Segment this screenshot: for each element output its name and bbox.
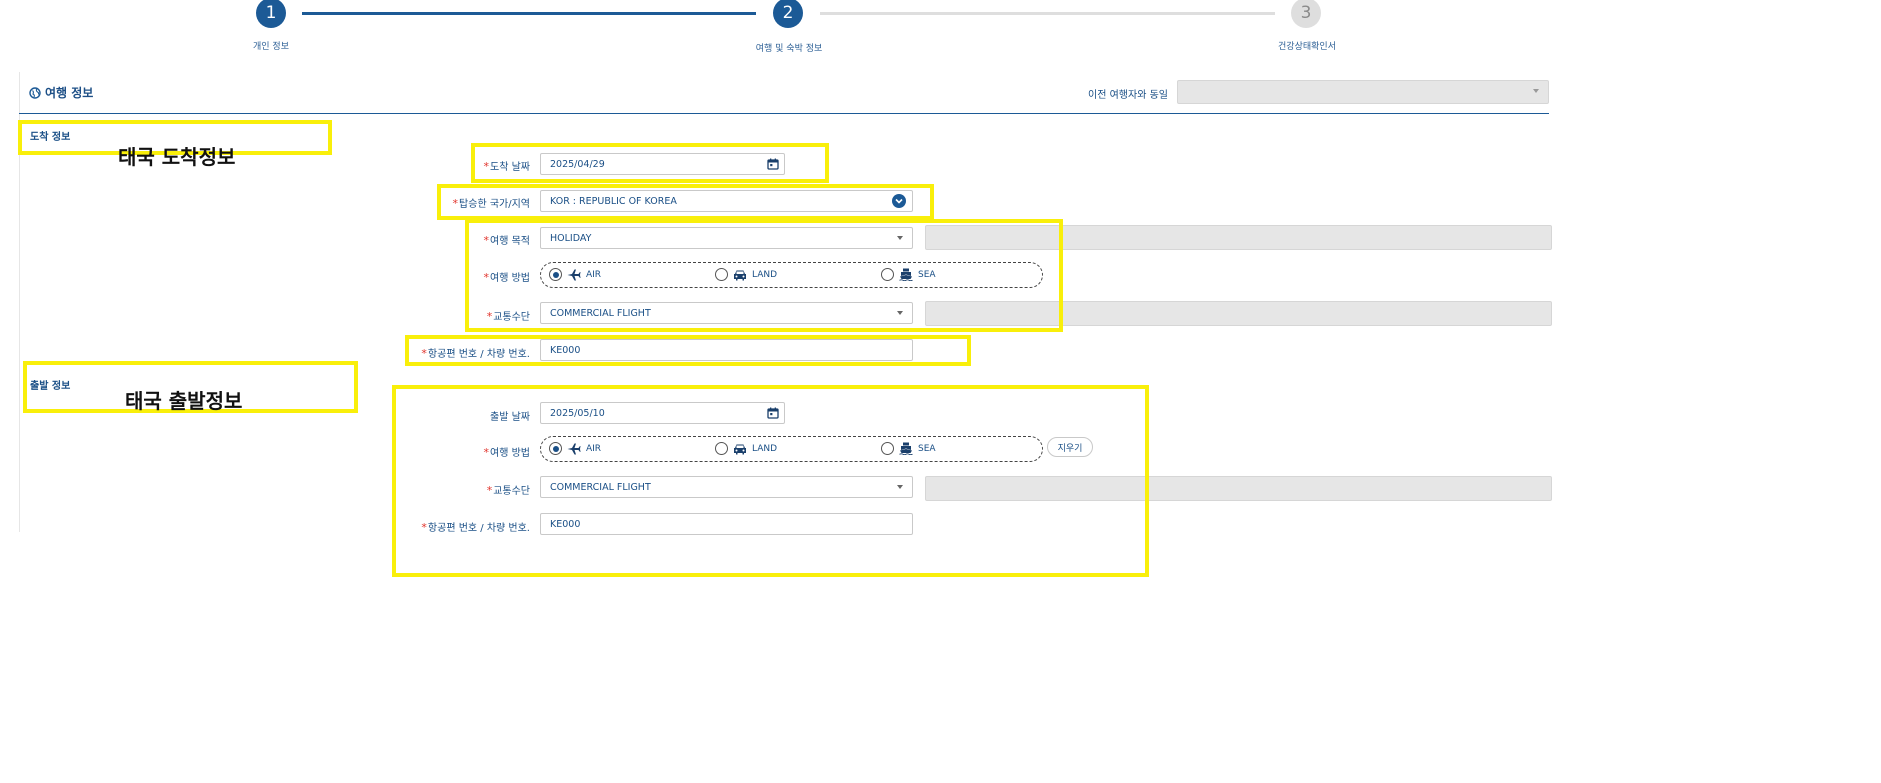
step-3-circle[interactable]: 3 — [1291, 0, 1321, 28]
step-2-circle[interactable]: 2 — [773, 0, 803, 28]
step-3-label: 건강상태확인서 — [1278, 42, 1336, 52]
step-line-pending — [820, 12, 1275, 15]
arrival-country-annotation-box — [437, 184, 934, 220]
arrival-flight-annotation-box — [405, 335, 971, 366]
arrival-travel-annotation-box — [465, 219, 1063, 332]
step-2-label: 여행 및 숙박 정보 — [755, 44, 823, 54]
arrival-annotation-text: 태국 도착정보 — [118, 145, 236, 169]
departure-annotation-text: 태국 출발정보 — [125, 389, 243, 413]
departure-info-annotation-box — [392, 385, 1149, 577]
step-1-label: 개인 정보 — [253, 42, 289, 52]
step-line-completed — [302, 12, 756, 15]
section-title: 여행 정보 — [29, 84, 93, 101]
prev-traveler-select[interactable] — [1177, 80, 1549, 104]
chevron-down-icon — [1533, 89, 1539, 93]
arrival-date-annotation-box — [471, 143, 829, 183]
globe-icon — [29, 86, 41, 99]
section-title-text: 여행 정보 — [45, 86, 94, 100]
step-1-circle[interactable]: 1 — [256, 0, 286, 28]
prev-traveler-label: 이전 여행자와 동일 — [1088, 90, 1168, 101]
section-divider — [19, 113, 1549, 114]
